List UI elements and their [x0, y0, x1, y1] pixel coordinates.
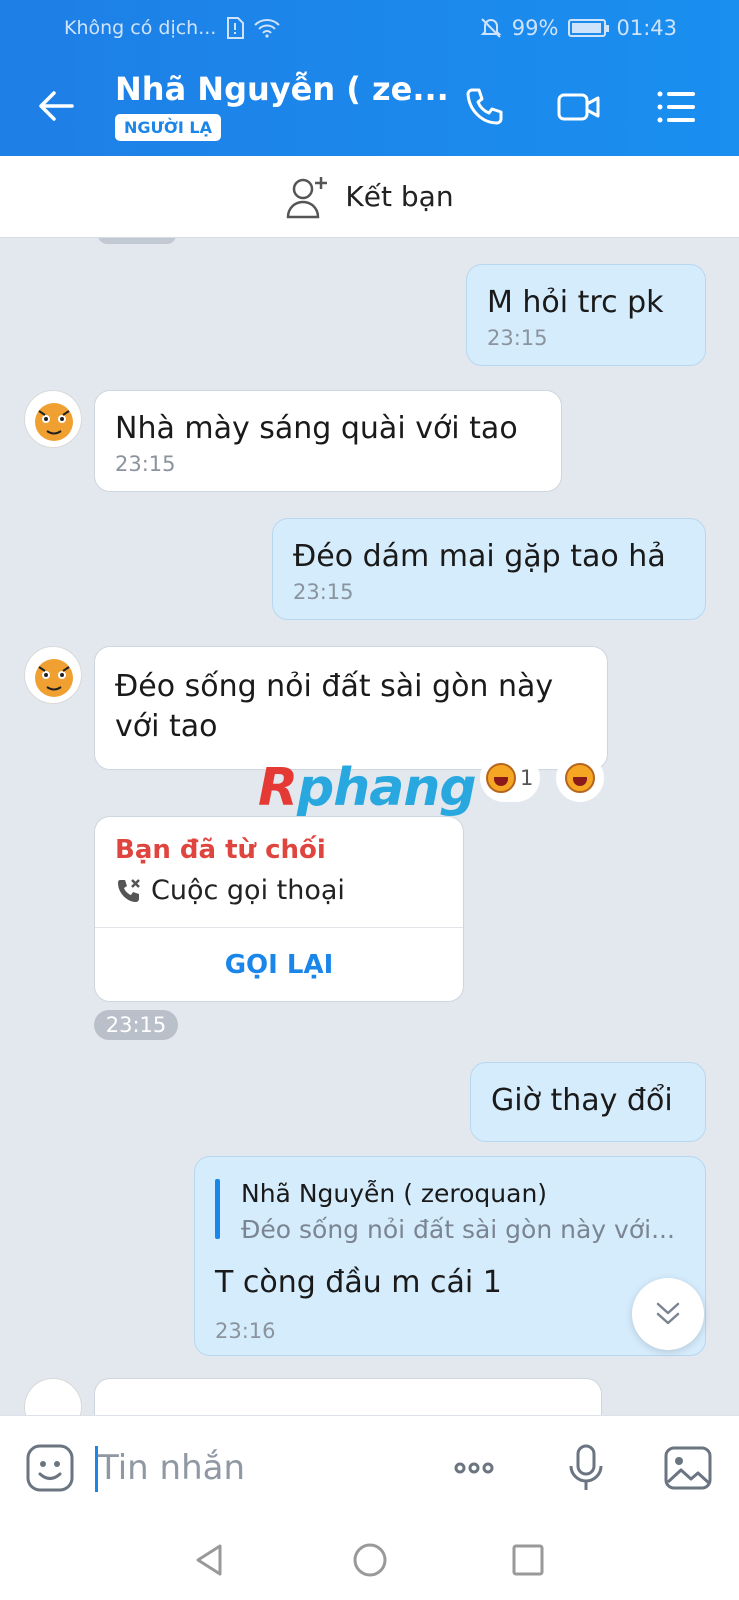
watermark-logo: Rphang: [258, 758, 477, 818]
avatar[interactable]: [24, 1378, 82, 1415]
outgoing-message[interactable]: M hỏi trc pk 23:15: [466, 264, 706, 366]
nav-back-icon[interactable]: [190, 1540, 230, 1580]
tiger-avatar-icon: [35, 659, 73, 697]
missed-call-card: Bạn đã từ chối Cuộc gọi thoại GỌI LẠI: [94, 816, 464, 1002]
avatar[interactable]: [24, 390, 82, 448]
add-friend-icon: [287, 176, 328, 218]
video-call-icon[interactable]: [556, 84, 602, 130]
reply-message[interactable]: Nhã Nguyễn ( zeroquan) Đéo sống nỏi đất …: [194, 1156, 706, 1356]
laughing-emoji-icon: [486, 763, 516, 793]
chat-header: Nhã Nguyễn ( ze... NGƯỜI LẠ: [0, 58, 739, 156]
call-back-button[interactable]: GỌI LẠI: [95, 927, 463, 1001]
mute-bell-icon: [480, 18, 502, 38]
carrier-text: Không có dịch...: [64, 17, 217, 39]
nav-home-icon[interactable]: [350, 1540, 390, 1580]
outgoing-message[interactable]: Đéo dám mai gặp tao hả 23:15: [272, 518, 706, 620]
incoming-message[interactable]: Nhà mày sáng quài với tao 23:15: [94, 390, 562, 492]
outgoing-message[interactable]: Giờ thay đổi: [470, 1062, 706, 1142]
battery-percent: 99%: [511, 16, 559, 40]
time-pill: [98, 238, 176, 244]
quote-bar: [215, 1179, 220, 1239]
message-time: 23:15: [487, 326, 548, 350]
message-time: 23:15: [293, 580, 354, 604]
message-text: Nhà mày sáng quài với tao: [115, 411, 518, 446]
nav-recents-icon[interactable]: [508, 1540, 548, 1580]
message-text: T còng đầu m cái 1: [215, 1265, 502, 1300]
add-friend-label: Kết bạn: [345, 180, 454, 213]
reaction-button[interactable]: [556, 754, 604, 802]
menu-icon[interactable]: [654, 84, 700, 130]
call-type: Cuộc gọi thoại: [151, 875, 345, 906]
battery-icon: [568, 19, 610, 37]
incoming-message[interactable]: [94, 1378, 602, 1415]
wifi-icon: [254, 19, 281, 38]
microphone-icon[interactable]: [560, 1442, 612, 1494]
message-text: Đéo dám mai gặp tao hả: [293, 539, 666, 574]
sticker-icon[interactable]: [24, 1442, 76, 1494]
message-time: 23:16: [215, 1319, 276, 1343]
laughing-emoji-icon: [565, 763, 595, 793]
message-text: M hỏi trc pk: [487, 285, 664, 320]
incoming-message[interactable]: Đéo sống nỏi đất sài gòn này với tao: [94, 646, 608, 770]
contact-name[interactable]: Nhã Nguyễn ( ze...: [115, 70, 449, 108]
image-gallery-icon[interactable]: [662, 1442, 714, 1494]
message-text: Giờ thay đổi: [491, 1083, 673, 1118]
avatar[interactable]: [24, 646, 82, 704]
phone-icon[interactable]: [462, 84, 508, 130]
stranger-badge: NGƯỜI LẠ: [115, 114, 221, 141]
scroll-to-bottom-button[interactable]: [632, 1278, 704, 1350]
call-time: 23:15: [94, 1010, 178, 1040]
back-arrow-icon[interactable]: [36, 86, 76, 126]
declined-call-icon: [118, 879, 140, 902]
sim-alert-icon: [227, 17, 245, 39]
call-status: Bạn đã từ chối: [115, 835, 326, 865]
clock: 01:43: [616, 16, 677, 40]
reaction-count[interactable]: 1: [480, 754, 540, 802]
tiger-avatar-icon: [35, 403, 73, 441]
chat-area[interactable]: M hỏi trc pk 23:15 Nhà mày sáng quài với…: [0, 238, 739, 1415]
add-friend-bar[interactable]: Kết bạn: [0, 156, 739, 238]
system-nav-bar: [0, 1520, 739, 1600]
quoted-sender: Nhã Nguyễn ( zeroquan): [241, 1179, 548, 1208]
more-options-icon[interactable]: [448, 1442, 500, 1494]
double-chevron-down-icon: [656, 1302, 680, 1325]
message-time: 23:15: [115, 452, 176, 476]
message-input[interactable]: Tin nhắn: [98, 1448, 245, 1488]
message-text-line2: với tao: [115, 709, 218, 744]
message-text-line1: Đéo sống nỏi đất sài gòn này: [115, 669, 554, 704]
status-bar: Không có dịch... 99% 01:43: [0, 0, 739, 58]
message-input-bar: Tin nhắn: [0, 1415, 739, 1520]
quoted-text: Đéo sống nỏi đất sài gòn này với...: [241, 1215, 675, 1244]
